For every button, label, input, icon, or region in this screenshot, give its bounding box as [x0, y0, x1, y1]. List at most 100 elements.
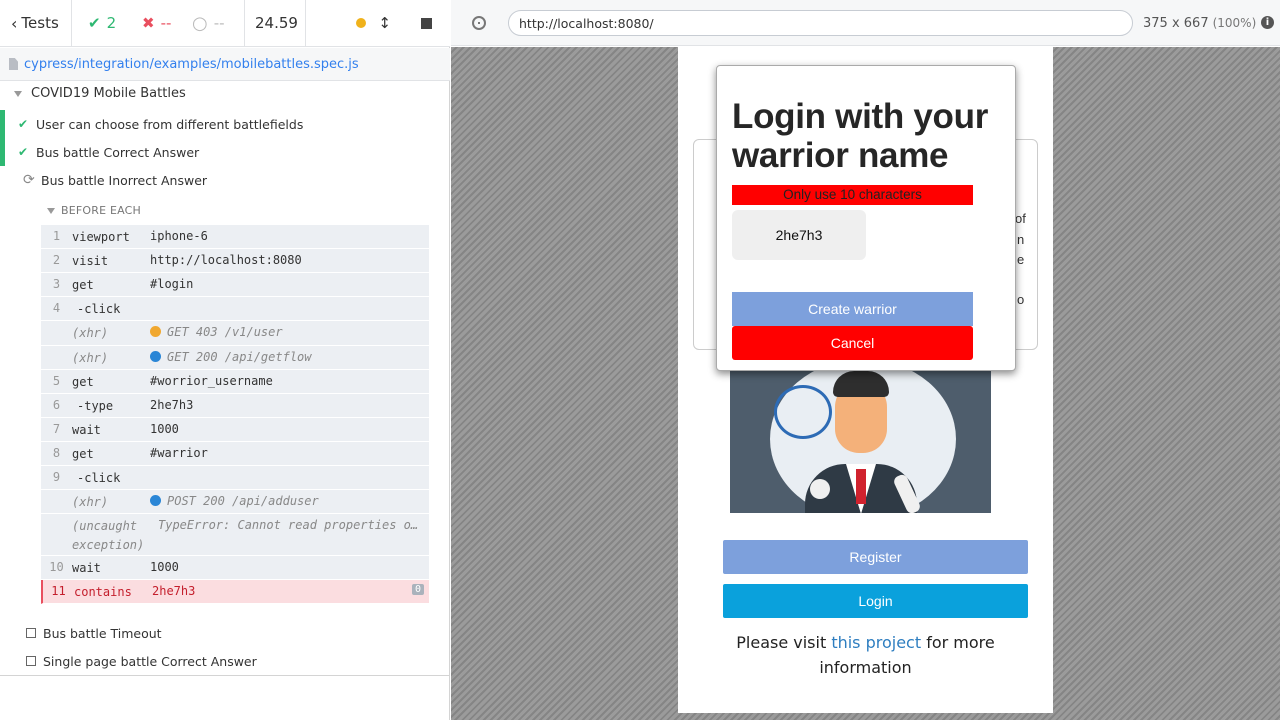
info-icon[interactable]: i	[1261, 16, 1274, 29]
command-log-panel: ‹ Tests ✔ 2 ✖ -- ○ -- 24.59 ↕ cypress/in…	[0, 0, 450, 720]
command-number: 10	[49, 560, 64, 574]
command-name: wait	[72, 561, 101, 575]
cancel-button[interactable]: Cancel	[732, 326, 973, 360]
spec-file-bar: cypress/integration/examples/mobilebattl…	[0, 48, 450, 81]
test-title: Bus battle Correct Answer	[36, 144, 200, 160]
command-message: 2he7h3	[150, 398, 194, 412]
login-button[interactable]: Login	[723, 584, 1028, 618]
warrior-name-input[interactable]	[732, 210, 866, 260]
pending-count: ○ --	[192, 0, 244, 47]
command-name: get	[72, 447, 94, 461]
login-modal: Login with your warrior name Only use 10…	[716, 65, 1016, 371]
before-each-hook[interactable]: BEFORE EACH	[47, 204, 141, 217]
pending-value: --	[213, 14, 225, 32]
command-message: #warrior	[150, 446, 208, 460]
tests-button[interactable]: ‹ Tests	[0, 0, 72, 47]
xhr-row[interactable]: (xhr) GET 403 /v1/user	[41, 321, 429, 346]
suite-title[interactable]: COVID19 Mobile Battles	[14, 86, 186, 101]
character-limit-hint: Only use 10 characters	[732, 185, 973, 205]
xhr-row[interactable]: (xhr) GET 200 /api/getflow	[41, 346, 429, 370]
selector-playground-icon[interactable]	[472, 15, 486, 30]
xhr-status-icon	[150, 351, 161, 362]
command-name: -click	[77, 302, 121, 316]
spec-path[interactable]: cypress/integration/examples/mobilebattl…	[24, 57, 359, 72]
modal-title: Login with your warrior name	[732, 97, 989, 175]
duration: 24.59	[244, 0, 306, 47]
pending-box-icon	[26, 628, 36, 638]
suite-title-text: COVID19 Mobile Battles	[31, 86, 186, 101]
command-message: 1000	[150, 560, 179, 574]
command-row[interactable]: 6 -type 2he7h3	[41, 394, 429, 418]
command-row[interactable]: 1 viewport iphone-6	[41, 225, 429, 249]
test-item[interactable]: Single page battle Correct Answer	[0, 647, 450, 675]
url-bar[interactable]: http://localhost:8080/	[508, 10, 1133, 36]
command-list: 1 viewport iphone-6 2 visit http://local…	[41, 225, 429, 604]
failed-count: ✖ --	[130, 0, 192, 47]
passed-bar	[0, 138, 5, 166]
command-number: 3	[52, 277, 61, 291]
command-name: wait	[72, 423, 101, 437]
test-item-running[interactable]: ⟳ Bus battle Inorrect Answer	[0, 166, 450, 194]
passed-count: ✔ 2	[72, 0, 130, 47]
register-button[interactable]: Register	[723, 540, 1028, 574]
command-message: http://localhost:8080	[150, 253, 302, 267]
command-name: (uncaught exception)	[72, 519, 145, 552]
command-number: 2	[52, 253, 61, 267]
check-icon: ✔	[18, 145, 29, 159]
info-prefix: Please visit	[736, 633, 832, 652]
command-name: visit	[72, 254, 109, 268]
zoom-level: (100%)	[1212, 16, 1257, 30]
viewport-info: 375 x 667 (100%)	[1143, 16, 1256, 31]
running-indicator-icon	[356, 18, 367, 28]
create-warrior-button[interactable]: Create warrior	[732, 292, 973, 326]
command-row[interactable]: 3 get #login	[41, 273, 429, 297]
card-text: o	[1017, 292, 1025, 307]
command-message: TypeError: Cannot read properties of und…	[158, 518, 429, 532]
failed-value: --	[160, 14, 172, 32]
hook-label: BEFORE EACH	[61, 204, 142, 217]
test-item[interactable]: ✔ Bus battle Correct Answer	[0, 138, 450, 166]
command-row[interactable]: 8 get #warrior	[41, 442, 429, 466]
command-row[interactable]: 4 -click	[41, 297, 429, 321]
divider	[0, 675, 450, 676]
caret-down-icon	[14, 90, 22, 97]
test-item[interactable]: ✔ User can choose from different battlef…	[0, 110, 450, 138]
passed-bar	[0, 110, 5, 138]
command-name: -type	[77, 399, 114, 413]
xhr-row[interactable]: (xhr) POST 200 /api/adduser	[41, 490, 429, 514]
command-number	[41, 346, 72, 369]
command-name: -click	[77, 471, 121, 485]
stop-icon[interactable]	[421, 17, 432, 29]
command-message: GET 403 /v1/user	[150, 321, 429, 345]
command-message: GET 200 /api/getflow	[150, 346, 429, 369]
chevron-left-icon: ‹	[11, 13, 18, 33]
failed-command-row[interactable]: 11 contains 2he7h3 0	[41, 580, 429, 604]
header-controls: ↕	[306, 14, 450, 32]
viewport-size: 375 x 667	[1143, 16, 1209, 31]
passed-value: 2	[106, 14, 117, 32]
command-row[interactable]: 2 visit http://localhost:8080	[41, 249, 429, 273]
xhr-text: POST 200 /api/adduser	[167, 494, 319, 508]
xhr-status-icon	[150, 495, 161, 506]
circle-outline-icon: ○	[192, 12, 208, 34]
command-message: #login	[150, 277, 194, 291]
command-number: 11	[51, 584, 66, 598]
check-icon: ✔	[88, 14, 101, 32]
auto-scroll-icon[interactable]: ↕	[378, 14, 391, 32]
microphone-icon	[810, 479, 830, 499]
tests-label: Tests	[21, 14, 59, 32]
command-number: 6	[52, 398, 61, 412]
command-number	[41, 490, 72, 513]
reporter-header: ‹ Tests ✔ 2 ✖ -- ○ -- 24.59 ↕	[0, 0, 450, 47]
command-row[interactable]: 9 -click	[41, 466, 429, 490]
command-row[interactable]: 7 wait 1000	[41, 418, 429, 442]
test-item[interactable]: Bus battle Timeout	[0, 619, 450, 647]
caret-down-icon	[47, 207, 55, 214]
command-row[interactable]: 10 wait 1000	[41, 556, 429, 580]
card-text: e	[1017, 252, 1025, 267]
project-link[interactable]: this project	[831, 633, 921, 652]
exception-row[interactable]: (uncaught exception) TypeError: Cannot r…	[41, 514, 429, 556]
command-name: (xhr)	[72, 351, 109, 365]
card-text: of	[1015, 211, 1026, 226]
command-row[interactable]: 5 get #worrior_username	[41, 370, 429, 394]
